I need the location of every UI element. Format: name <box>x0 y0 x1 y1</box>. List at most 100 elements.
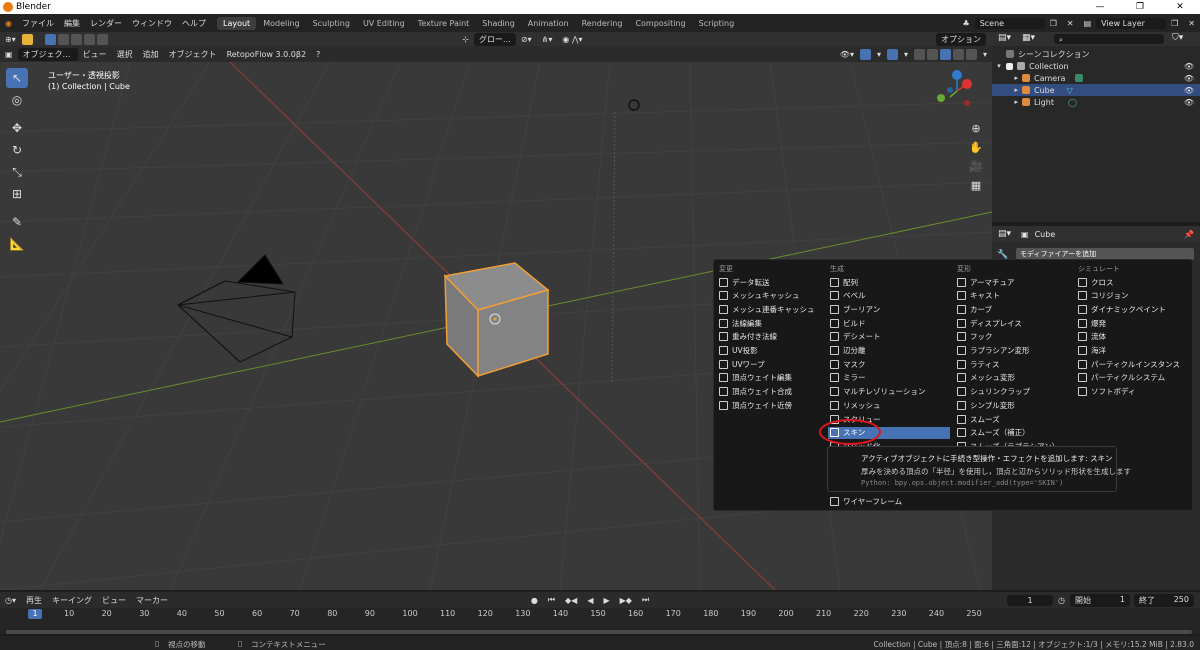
record-icon[interactable]: ● <box>526 596 543 605</box>
camera-view-icon[interactable]: 🎥 <box>968 160 984 176</box>
outliner-row-camera[interactable]: ▸ Camera 👁 <box>992 72 1200 84</box>
modifier-col4-item-7[interactable]: パーティクルシステム <box>1076 372 1198 384</box>
view-layer-icon[interactable]: ▤ <box>1079 19 1097 28</box>
modifier-col3-item-5[interactable]: ラプラシアン変形 <box>955 345 1077 357</box>
menu-window[interactable]: ウィンドウ <box>127 18 177 29</box>
properties-editor-icon[interactable]: ▤▾ <box>998 229 1011 239</box>
menu-edit[interactable]: 編集 <box>59 18 85 29</box>
modifier-col3-item-10[interactable]: スムーズ <box>955 413 1077 425</box>
select-mode-new-icon[interactable] <box>44 33 56 45</box>
jump-start-icon[interactable]: ⏮ <box>543 595 560 605</box>
tab-sculpting[interactable]: Sculpting <box>307 17 356 30</box>
eye-icon[interactable]: 👁 <box>1184 74 1194 83</box>
modifier-col1-item-2[interactable]: メッシュ連番キャッシュ <box>717 303 839 315</box>
overlay-toggle-icon[interactable] <box>886 48 898 60</box>
menu-select[interactable]: 選択 <box>112 49 138 60</box>
modifier-col3-item-7[interactable]: メッシュ変形 <box>955 372 1077 384</box>
modifier-col1-item-9[interactable]: 頂点ウェイト近傍 <box>717 399 839 411</box>
scene-field[interactable]: Scene <box>974 17 1045 29</box>
modifier-col2-item-0[interactable]: 配列 <box>828 276 950 288</box>
modifier-col3-item-1[interactable]: キャスト <box>955 290 1077 302</box>
modifier-col3-item-11[interactable]: スムーズ（補正） <box>955 427 1077 439</box>
clock-icon[interactable]: ◷ <box>1053 596 1070 605</box>
visibility-icon[interactable]: 👁▾ <box>835 50 859 59</box>
playhead[interactable]: 1 <box>28 609 42 619</box>
new-layer-icon[interactable]: ❐ <box>1166 19 1183 28</box>
modifier-col2-item-5[interactable]: 辺分離 <box>828 345 950 357</box>
modifier-col3-item-4[interactable]: フック <box>955 331 1077 343</box>
gizmo-dropdown-icon[interactable]: ▾ <box>872 50 886 59</box>
measure-tool-icon[interactable]: 📐 <box>6 234 28 254</box>
minimize-button[interactable]: — <box>1080 0 1120 14</box>
menu-view[interactable]: ビュー <box>78 49 112 60</box>
retopoflow-button[interactable]: RetopoFlow 3.0.0β2 <box>222 50 311 59</box>
play-icon[interactable]: ▶ <box>599 596 615 605</box>
display-mode-icon[interactable]: ▦▾ <box>1022 33 1035 43</box>
menu-keying[interactable]: キーイング <box>47 595 97 606</box>
modifier-col2-item-9[interactable]: リメッシュ <box>828 399 950 411</box>
modifier-col2-item-1[interactable]: ベベル <box>828 290 950 302</box>
transform-tool-icon[interactable]: ⊞ <box>6 184 28 204</box>
prev-keyframe-icon[interactable]: ◆◀ <box>560 596 582 605</box>
menu-object[interactable]: オブジェクト <box>164 49 222 60</box>
xray-toggle-icon[interactable] <box>913 48 925 60</box>
modifier-col3-item-9[interactable]: シンプル変形 <box>955 399 1077 411</box>
eye-icon[interactable]: 👁 <box>1184 98 1194 107</box>
zoom-icon[interactable]: ⊕ <box>968 122 984 138</box>
modifier-col1-item-4[interactable]: 重み付き法線 <box>717 331 839 343</box>
overlay-dropdown-icon[interactable]: ▾ <box>899 50 913 59</box>
pin-icon[interactable]: 📌 <box>1184 230 1194 239</box>
menu-playback[interactable]: 再生 <box>21 595 47 606</box>
menu-help[interactable]: ヘルプ <box>177 18 211 29</box>
delete-scene-icon[interactable]: ✕ <box>1062 19 1079 28</box>
modifier-col3-item-3[interactable]: ディスプレイス <box>955 317 1077 329</box>
modifier-col1-item-3[interactable]: 法線編集 <box>717 317 839 329</box>
modifier-col1-item-1[interactable]: メッシュキャッシュ <box>717 290 839 302</box>
tab-rendering[interactable]: Rendering <box>576 17 629 30</box>
tab-texture-paint[interactable]: Texture Paint <box>412 17 476 30</box>
modifier-col4-item-5[interactable]: 海洋 <box>1076 345 1198 357</box>
modifier-col2-item-6[interactable]: マスク <box>828 358 950 370</box>
checkbox-icon[interactable] <box>1006 62 1013 70</box>
modifier-col2-item-3[interactable]: ビルド <box>828 317 950 329</box>
expand-arrow-icon[interactable]: ▸ <box>992 98 1022 106</box>
select-mode-intersect-icon[interactable] <box>96 33 108 45</box>
menu-file[interactable]: ファイル <box>17 18 59 29</box>
modifier-col2-item-16[interactable]: ワイヤーフレーム <box>828 495 950 507</box>
timeline-area[interactable]: 1 10 20 30 40 50 60 70 80 90 100 110 120 130 140 150 160… <box>0 608 1200 634</box>
shading-wireframe-icon[interactable] <box>926 48 938 60</box>
timeline-editor-icon[interactable]: ◷▾ <box>0 596 21 605</box>
select-box-tool-icon[interactable]: ↖ <box>6 68 28 88</box>
select-mode-extend-icon[interactable] <box>57 33 69 45</box>
modifier-col1-item-8[interactable]: 頂点ウェイト合成 <box>717 386 839 398</box>
help-icon[interactable]: ? <box>311 50 325 59</box>
modifier-col4-item-0[interactable]: クロス <box>1076 276 1198 288</box>
tab-animation[interactable]: Animation <box>522 17 575 30</box>
eye-icon[interactable]: 👁 <box>1184 86 1194 95</box>
gizmo-toggle-icon[interactable] <box>859 48 871 60</box>
next-keyframe-icon[interactable]: ▶◆ <box>615 596 637 605</box>
modifier-col3-item-2[interactable]: カーブ <box>955 303 1077 315</box>
expand-arrow-icon[interactable]: ▸ <box>992 86 1022 94</box>
expand-arrow-icon[interactable]: ▾ <box>992 62 1006 70</box>
editor-type-icon[interactable]: ⊕▾ <box>0 35 21 44</box>
new-scene-icon[interactable]: ❐ <box>1045 19 1062 28</box>
modifier-col1-item-5[interactable]: UV投影 <box>717 345 839 357</box>
modifier-col4-item-1[interactable]: コリジョン <box>1076 290 1198 302</box>
tab-modeling[interactable]: Modeling <box>257 17 305 30</box>
select-mode-subtract-icon[interactable] <box>70 33 82 45</box>
orientation-dropdown[interactable]: グロー… <box>473 32 516 46</box>
annotate-tool-icon[interactable]: ✎ <box>6 212 28 232</box>
select-tool-icon[interactable] <box>21 33 33 45</box>
menu-add[interactable]: 追加 <box>138 49 164 60</box>
close-button[interactable]: ✕ <box>1160 0 1200 14</box>
cursor-tool-icon[interactable]: ◎ <box>6 90 28 110</box>
modifier-col4-item-4[interactable]: 流体 <box>1076 331 1198 343</box>
timeline-scrollbar[interactable] <box>6 630 1192 634</box>
modifier-col2-item-4[interactable]: デシメート <box>828 331 950 343</box>
shading-material-icon[interactable] <box>952 48 964 60</box>
expand-arrow-icon[interactable]: ▸ <box>992 74 1022 82</box>
modifier-col3-item-6[interactable]: ラティス <box>955 358 1077 370</box>
tab-scripting[interactable]: Scripting <box>693 17 741 30</box>
scene-icon[interactable]: ♣ <box>958 19 975 28</box>
